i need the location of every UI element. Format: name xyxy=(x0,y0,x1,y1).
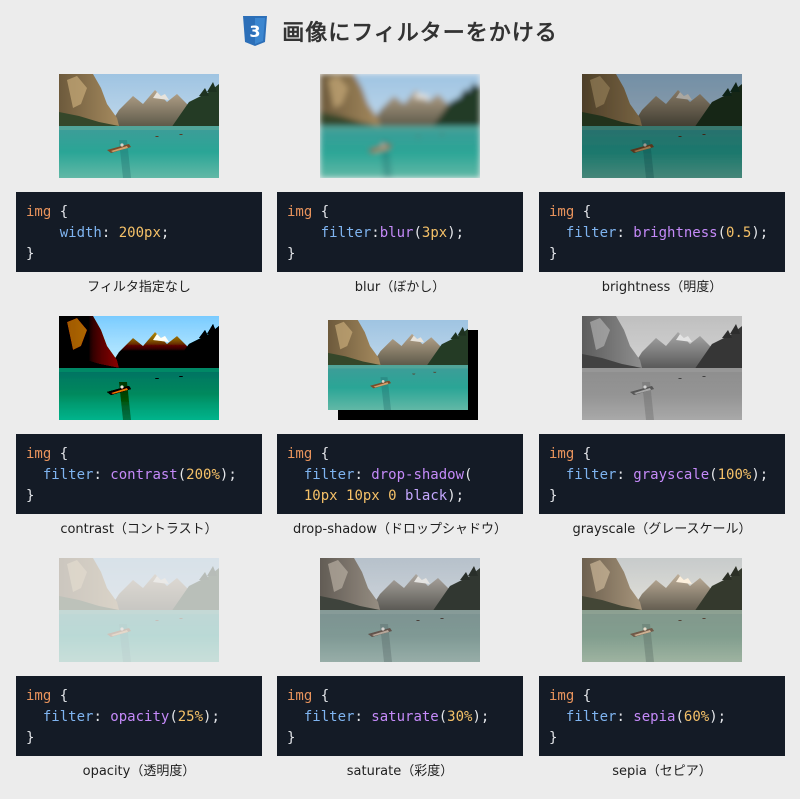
page-title: 画像にフィルターをかける xyxy=(282,21,558,46)
code-block: img { filter: opacity(25%); } xyxy=(16,676,262,756)
lake-photo xyxy=(59,558,219,662)
lake-photo xyxy=(328,320,468,410)
filter-caption: grayscale（グレースケール） xyxy=(572,522,752,537)
code-block: img { filter: drop-shadow( 10px 10px 0 b… xyxy=(277,434,523,514)
filter-card-blur: img { filter:blur(3px); } blur（ぼかし） xyxy=(277,60,523,295)
code-block: img { filter: brightness(0.5); } xyxy=(539,192,785,272)
image-frame xyxy=(539,302,785,432)
code-block: img { filter:blur(3px); } xyxy=(277,192,523,272)
filter-caption: saturate（彩度） xyxy=(346,764,454,779)
image-frame xyxy=(16,544,262,674)
lake-photo xyxy=(320,558,480,662)
image-frame xyxy=(277,544,523,674)
filter-card-drop-shadow: img { filter: drop-shadow( 10px 10px 0 b… xyxy=(277,302,523,537)
filter-card-sepia: img { filter: sepia(60%); } sepia（セピア） xyxy=(539,544,785,779)
image-frame xyxy=(539,60,785,190)
image-frame xyxy=(16,302,262,432)
lake-photo xyxy=(320,74,480,178)
lake-photo xyxy=(582,316,742,420)
filter-caption: drop-shadow（ドロップシャドウ） xyxy=(292,522,508,537)
code-block: img { filter: grayscale(100%); } xyxy=(539,434,785,514)
image-frame xyxy=(16,60,262,190)
filter-caption: opacity（透明度） xyxy=(82,764,196,779)
filter-card-contrast: img { filter: contrast(200%); } contrast… xyxy=(16,302,262,537)
image-frame xyxy=(539,544,785,674)
filter-card-none: img { width: 200px; } フィルタ指定なし xyxy=(16,60,262,295)
filter-caption: contrast（コントラスト） xyxy=(60,522,218,537)
filter-caption: brightness（明度） xyxy=(601,280,723,295)
code-block: img { filter: sepia(60%); } xyxy=(539,676,785,756)
page-header: 3 画像にフィルターをかける xyxy=(0,14,800,48)
code-block: img { filter: contrast(200%); } xyxy=(16,434,262,514)
code-block: img { filter: saturate(30%); } xyxy=(277,676,523,756)
filter-card-opacity: img { filter: opacity(25%); } opacity（透明… xyxy=(16,544,262,779)
filter-caption: blur（ぼかし） xyxy=(354,280,446,295)
code-block: img { width: 200px; } xyxy=(16,192,262,272)
filter-card-brightness: img { filter: brightness(0.5); } brightn… xyxy=(539,60,785,295)
lake-photo xyxy=(59,316,219,420)
lake-photo xyxy=(582,558,742,662)
filter-caption: sepia（セピア） xyxy=(612,764,712,779)
image-frame xyxy=(277,60,523,190)
lake-photo xyxy=(582,74,742,178)
image-frame xyxy=(277,302,523,432)
filter-caption: フィルタ指定なし xyxy=(87,280,191,295)
css3-icon: 3 xyxy=(243,16,268,46)
filter-card-grayscale: img { filter: grayscale(100%); } graysca… xyxy=(539,302,785,537)
lake-photo xyxy=(59,74,219,178)
css3-logo-text: 3 xyxy=(250,22,261,41)
filter-card-saturate: img { filter: saturate(30%); } saturate（… xyxy=(277,544,523,779)
